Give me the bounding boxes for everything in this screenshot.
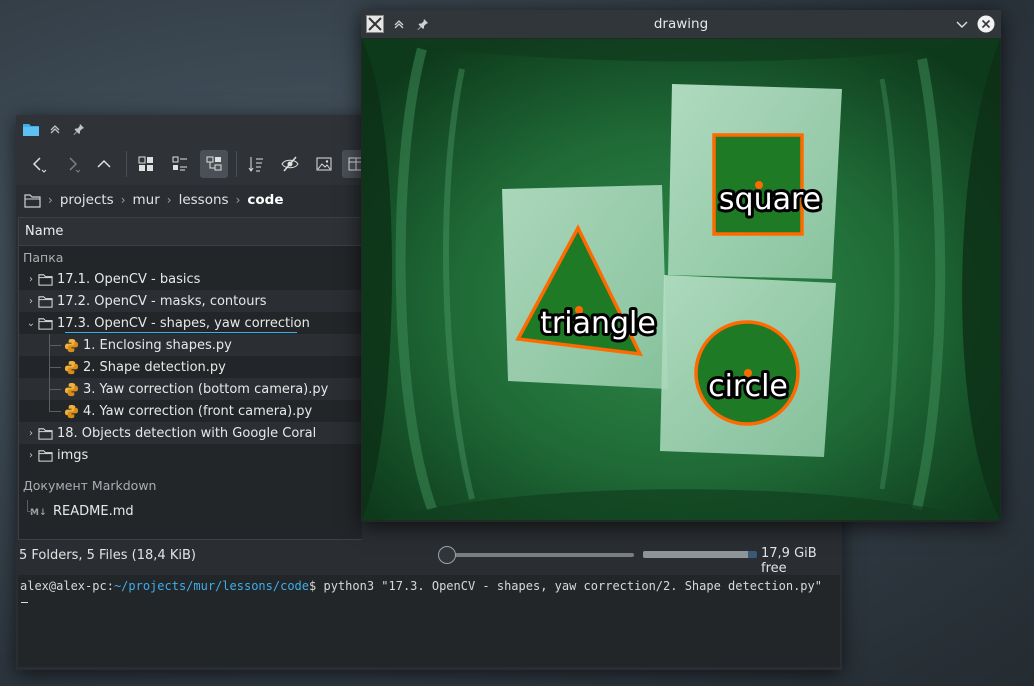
folder-name: 17.3. OpenCV - shapes, yaw correction	[57, 315, 310, 331]
chevron-right-icon	[69, 157, 81, 173]
hidden-files-button[interactable]	[276, 150, 304, 178]
sort-icon	[248, 157, 263, 172]
breadcrumb-item-projects[interactable]: projects	[60, 192, 114, 208]
chevron-right-icon: ›	[235, 193, 241, 207]
breadcrumb-item-lessons[interactable]: lessons	[179, 192, 229, 208]
tree-row-file-1[interactable]: 1. Enclosing shapes.py	[19, 334, 362, 356]
label-square: square	[719, 182, 821, 217]
folder-icon	[37, 315, 53, 331]
tree-view-icon	[206, 156, 222, 171]
tree-row-folder-1[interactable]: › 17.1. OpenCV - basics	[19, 268, 362, 290]
toolbar-separator	[126, 151, 127, 177]
free-space-fill	[643, 551, 748, 558]
camera-frame[interactable]: square triangle circle	[362, 39, 1000, 520]
folder-name: 17.2. OpenCV - masks, contours	[57, 293, 267, 309]
free-space-bar[interactable]	[643, 551, 757, 558]
chevron-right-icon[interactable]: ›	[25, 274, 37, 285]
preview-button[interactable]	[310, 150, 338, 178]
zoom-slider-handle[interactable]	[438, 546, 456, 564]
keep-above-icon[interactable]	[46, 120, 64, 138]
pin-icon[interactable]	[70, 120, 88, 138]
up-button[interactable]	[90, 150, 118, 178]
eye-slash-icon	[281, 156, 299, 172]
tree-row-folder-5[interactable]: › imgs	[19, 444, 362, 466]
chevron-right-icon[interactable]: ›	[25, 428, 37, 439]
window-title: drawing	[653, 16, 709, 32]
chevron-left-icon	[32, 157, 47, 173]
tree-row-folder-4[interactable]: › 18. Objects detection with Google Cora…	[19, 422, 362, 444]
folder-name: imgs	[57, 447, 89, 463]
folder-app-icon	[22, 120, 40, 138]
terminal-path: ~/projects/mur/lessons/code	[113, 579, 310, 593]
grid-icon	[138, 156, 153, 171]
file-name: 3. Yaw correction (bottom camera).py	[83, 381, 329, 397]
zoom-slider-track[interactable]	[448, 553, 634, 557]
folder-root-icon[interactable]	[24, 193, 41, 208]
chevron-right-icon: ›	[166, 193, 172, 207]
close-icon	[977, 15, 995, 33]
status-summary: 5 Folders, 5 Files (18,4 KiB)	[19, 547, 196, 563]
terminal-command: python3 "17.3. OpenCV - shapes, yaw corr…	[323, 579, 822, 593]
focus-underline	[65, 332, 297, 333]
tree-row-file-2[interactable]: 2. Shape detection.py	[19, 356, 362, 378]
group-label-folder: Папка	[23, 249, 64, 265]
breadcrumb-item-code[interactable]: code	[247, 192, 283, 208]
folder-icon	[37, 271, 53, 287]
toolbar-separator	[236, 151, 237, 177]
chevron-right-icon[interactable]: ›	[25, 450, 37, 461]
python-file-icon	[63, 337, 79, 353]
terminal-cursor	[21, 602, 28, 603]
folder-name: 18. Objects detection with Google Coral	[57, 425, 317, 441]
chevron-down-icon	[956, 21, 968, 28]
image-icon	[316, 157, 332, 171]
chevron-right-icon[interactable]: ›	[25, 296, 37, 307]
folder-name: 17.1. OpenCV - basics	[57, 271, 201, 287]
column-header-name[interactable]: Name	[19, 218, 362, 246]
terminal-panel[interactable]: alex@alex-pc:~/projects/mur/lessons/code…	[18, 575, 840, 667]
details-view-button[interactable]	[200, 150, 228, 178]
icons-view-button[interactable]	[132, 150, 160, 178]
label-triangle: triangle	[540, 306, 656, 341]
terminal-command-line: alex@alex-pc:~/projects/mur/lessons/code…	[20, 579, 822, 593]
python-file-icon	[63, 403, 79, 419]
opencv-window: drawing square triangle circle	[361, 10, 1001, 522]
tree-row-file-3[interactable]: 3. Yaw correction (bottom camera).py	[19, 378, 362, 400]
breadcrumb-item-mur[interactable]: mur	[133, 192, 160, 208]
compact-view-button[interactable]	[166, 150, 194, 178]
free-space-text: 17,9 GiB free	[761, 546, 817, 576]
svg-text:M↓: M↓	[30, 508, 47, 517]
folder-icon	[37, 425, 53, 441]
folder-icon	[37, 293, 53, 309]
camera-frame-drawing: square triangle circle	[362, 39, 1000, 520]
tree-row-folder-3[interactable]: ⌄ 17.3. OpenCV - shapes, yaw correction	[19, 312, 362, 334]
chevron-right-icon: ›	[48, 193, 53, 207]
tree-row-file-4[interactable]: 4. Yaw correction (front camera).py	[19, 400, 362, 422]
tree-row-readme[interactable]: M↓ README.md	[19, 500, 362, 522]
python-file-icon	[63, 359, 79, 375]
sort-button[interactable]	[242, 150, 270, 178]
file-name: 1. Enclosing shapes.py	[83, 337, 232, 353]
minimize-button[interactable]	[953, 15, 971, 33]
terminal-user-host: alex@alex-pc	[20, 579, 107, 593]
terminal-prompt: $	[309, 579, 324, 593]
compact-list-icon	[172, 156, 187, 171]
label-circle: circle	[708, 369, 788, 404]
folder-icon	[37, 447, 53, 463]
file-list-view: Name Папка › 17.1. OpenCV - basics › 17.…	[18, 217, 362, 540]
tree-row-folder-2[interactable]: › 17.2. OpenCV - masks, contours	[19, 290, 362, 312]
python-file-icon	[63, 381, 79, 397]
file-name: 4. Yaw correction (front camera).py	[83, 403, 313, 419]
close-button[interactable]	[977, 15, 995, 33]
chevron-down-icon[interactable]: ⌄	[25, 318, 37, 329]
forward-button[interactable]	[58, 150, 86, 178]
file-name: README.md	[53, 503, 134, 519]
back-button[interactable]	[24, 150, 52, 178]
chevron-up-icon	[97, 159, 111, 168]
chevron-right-icon: ›	[120, 193, 126, 207]
opencv-titlebar[interactable]: drawing	[361, 10, 1001, 38]
group-label-markdown: Документ Markdown	[23, 477, 157, 493]
file-name: 2. Shape detection.py	[83, 359, 226, 375]
